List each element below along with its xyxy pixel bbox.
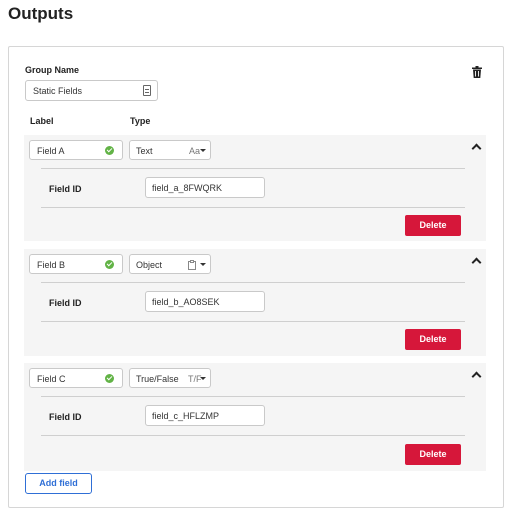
field-label-input[interactable]: Field C: [29, 368, 123, 388]
chevron-up-icon[interactable]: [471, 371, 482, 382]
outputs-group-card: Group Name Static Fields Label Type Fiel…: [8, 46, 504, 508]
field-type-select[interactable]: Text Aa: [129, 140, 211, 160]
chevron-up-icon[interactable]: [471, 143, 482, 154]
group-name-value: Static Fields: [33, 86, 83, 96]
caret-down-icon: [200, 263, 206, 266]
field-label-value: Field C: [37, 374, 66, 384]
field-type-select[interactable]: True/False T/F: [129, 368, 211, 388]
divider: [41, 435, 465, 436]
field-label-input[interactable]: Field A: [29, 140, 123, 160]
field-id-input[interactable]: field_c_HFLZMP: [145, 405, 265, 426]
chevron-up-icon[interactable]: [471, 257, 482, 268]
page-title: Outputs: [8, 4, 74, 23]
field-id-label: Field ID: [49, 184, 82, 194]
field-row-a: Field A Text Aa Field ID field_a_8FWQRK …: [24, 135, 486, 241]
divider: [41, 168, 465, 169]
caret-down-icon: [200, 149, 206, 152]
delete-field-button[interactable]: Delete: [405, 215, 461, 236]
field-type-value: Object: [136, 260, 163, 270]
add-field-button[interactable]: Add field: [25, 473, 92, 494]
field-label-value: Field A: [37, 146, 65, 156]
delete-field-button[interactable]: Delete: [405, 444, 461, 465]
text-type-icon: Aa: [189, 146, 201, 156]
group-name-input[interactable]: Static Fields: [25, 80, 158, 101]
field-row-c: Field C True/False T/F Field ID field_c_…: [24, 363, 486, 471]
check-circle-icon: [105, 146, 114, 155]
field-id-input[interactable]: field_b_AO8SEK: [145, 291, 265, 312]
field-id-value: field_a_8FWQRK: [152, 183, 223, 193]
field-row-b: Field B Object Field ID field_b_AO8SEK D…: [24, 249, 486, 356]
label-column-header: Label: [30, 116, 54, 126]
field-id-label: Field ID: [49, 412, 82, 422]
field-id-value: field_b_AO8SEK: [152, 297, 220, 307]
field-type-value: True/False: [136, 374, 179, 384]
group-name-label: Group Name: [25, 65, 80, 75]
divider: [41, 321, 465, 322]
field-label-value: Field B: [37, 260, 66, 270]
divider: [41, 207, 465, 208]
trash-icon[interactable]: [472, 66, 482, 78]
check-circle-icon: [105, 374, 114, 383]
field-label-input[interactable]: Field B: [29, 254, 123, 274]
field-type-value: Text: [136, 146, 153, 156]
document-icon: [143, 85, 151, 96]
check-circle-icon: [105, 260, 114, 269]
field-id-label: Field ID: [49, 298, 82, 308]
caret-down-icon: [200, 377, 206, 380]
delete-field-button[interactable]: Delete: [405, 329, 461, 350]
divider: [41, 396, 465, 397]
field-id-value: field_c_HFLZMP: [152, 411, 220, 421]
clipboard-icon: [188, 260, 196, 270]
field-type-select[interactable]: Object: [129, 254, 211, 274]
type-column-header: Type: [130, 116, 151, 126]
field-id-input[interactable]: field_a_8FWQRK: [145, 177, 265, 198]
divider: [41, 282, 465, 283]
